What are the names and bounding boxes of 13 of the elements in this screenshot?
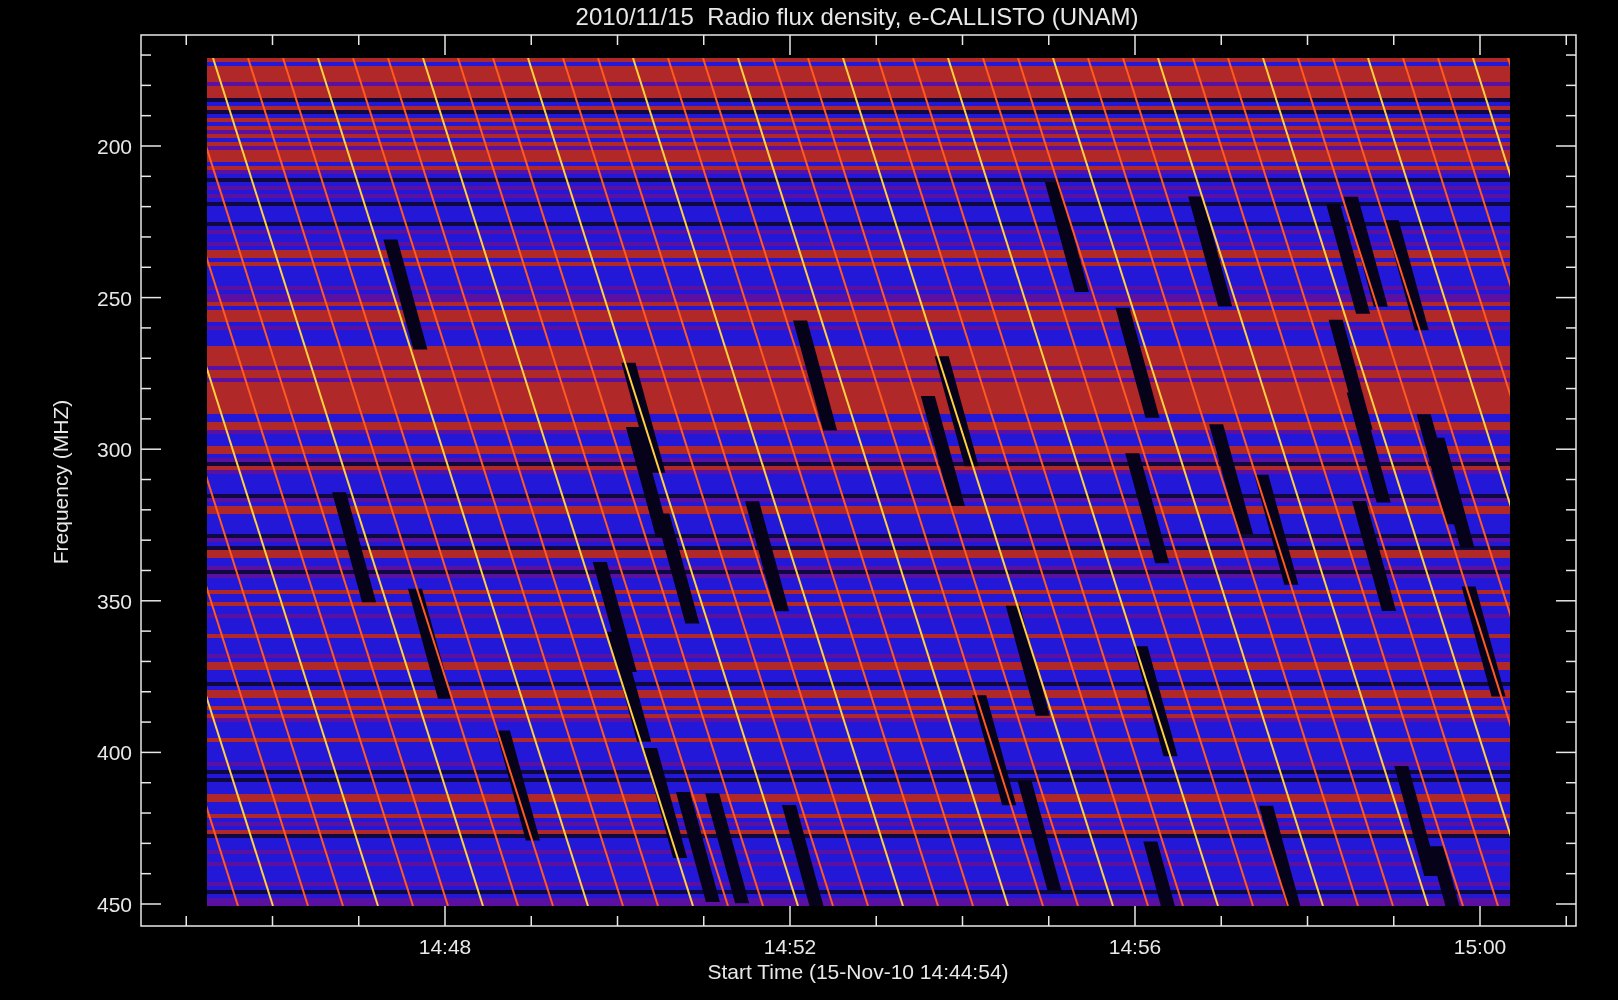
tick-label: 450 [96,893,132,916]
plot-title: 2010/11/15 Radio flux density, e-CALLISTO (UNAM) [575,3,1139,30]
tick-label: 15:00 [1453,935,1507,958]
tick-label: 14:56 [1108,935,1162,958]
x-axis-label: Start Time (15-Nov-10 14:44:54) [707,960,1009,983]
tick-label: 350 [96,589,132,613]
tick-label: 14:52 [763,935,817,958]
tick-label: 400 [96,741,132,765]
tick-label: 200 [96,135,132,158]
tick-label: 14:48 [418,935,472,958]
tick-label: 250 [96,286,132,310]
tick-label: 300 [96,438,132,462]
y-axis-label: Frequency (MHZ) [49,399,72,565]
